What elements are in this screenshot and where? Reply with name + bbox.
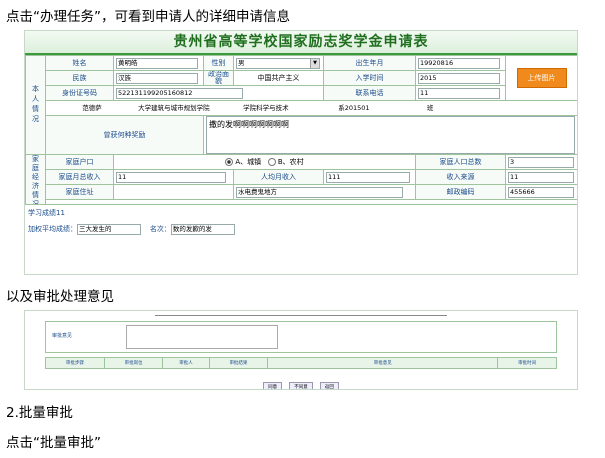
hukou-radio-a[interactable] <box>225 158 234 166</box>
personal-section-label: 本人情况 <box>25 55 46 155</box>
id-label: 身份证号码 <box>45 85 114 101</box>
address-label: 家庭住址 <box>45 184 114 200</box>
approval-opinion-box: 审批意见 <box>45 321 557 353</box>
pop-label: 家庭人口总数 <box>415 154 506 170</box>
class-label: 班 <box>426 104 434 112</box>
id-input[interactable]: 522131199205160812 <box>116 87 243 99</box>
birth-label: 出生年月 <box>323 55 416 71</box>
enroll-label: 入学时间 <box>323 70 416 86</box>
rank-input[interactable]: 数的发歉的发 <box>170 223 235 235</box>
gpa-row: 加权平均成绩： 三大发生的 名次： 数的发歉的发 <box>25 221 577 237</box>
score-value: 11 <box>56 209 65 217</box>
name-label: 姓名 <box>45 55 114 71</box>
class-value: 201501 <box>344 104 370 112</box>
upload-image-button[interactable]: 上传图片 <box>516 68 567 88</box>
gpa-input[interactable]: 三大发生的 <box>77 223 141 235</box>
approval-screenshot: 审批意见 审批步骤 审批岗位 审批人 审批结果 审批意见 审批时间 同意 不同意… <box>24 310 578 390</box>
phone-label: 联系电话 <box>323 85 416 101</box>
col-time: 审批时间 <box>497 357 557 369</box>
disagree-button[interactable]: 不同意 <box>289 382 313 389</box>
monthly-label: 家庭月总收入 <box>45 169 114 185</box>
postcode-input[interactable]: 455666 <box>508 186 574 198</box>
ethnic-label: 民族 <box>45 70 114 86</box>
hukou-label: 家庭户口 <box>45 154 114 170</box>
section-heading: 2.批量审批 <box>6 405 73 421</box>
approval-buttons: 同意 不同意 返回 <box>25 373 577 389</box>
postcode-label: 邮政编码 <box>415 184 506 200</box>
instruction-line-1: 点击“办理任务”，可看到申请人的详细申请信息 <box>6 9 290 25</box>
enroll-input[interactable]: 2015 <box>418 72 501 84</box>
family-section-label: 家庭经济情况 <box>25 154 46 205</box>
percap-label: 人均月收入 <box>233 169 324 185</box>
hukou-radio-group: A、城镇 B、农村 <box>113 154 416 170</box>
ethnic-input[interactable]: 汉族 <box>116 72 199 84</box>
school-value: 范德萨 <box>82 104 102 112</box>
rank-label: 名次： <box>149 225 171 233</box>
chevron-down-icon: ▼ <box>310 58 319 68</box>
back-button[interactable]: 返回 <box>319 382 339 389</box>
pop-input[interactable]: 3 <box>508 156 574 168</box>
phone-input[interactable]: 11 <box>418 87 501 99</box>
name-input[interactable]: 黄明皓 <box>116 57 199 69</box>
hukou-radio-b[interactable] <box>267 158 276 166</box>
instruction-line-2: 以及审批处理意见 <box>6 289 114 305</box>
income-src-input[interactable]: 11 <box>508 171 574 183</box>
score-row: 学习成绩11 <box>25 205 577 221</box>
awards-textarea[interactable]: 撒的发啊啊啊啊啊啊啊 <box>206 116 575 154</box>
political-label: 政治面貌 <box>203 70 234 86</box>
col-approver: 审批人 <box>162 357 210 369</box>
birth-input[interactable]: 19920816 <box>418 57 501 69</box>
instruction-line-4: 点击“批量审批” <box>6 435 101 451</box>
gender-select[interactable]: 男 ▼ <box>236 57 320 69</box>
address-input[interactable]: 水电费鬼地方 <box>236 186 403 198</box>
gender-label: 性别 <box>203 55 234 71</box>
form-title: 贵州省高等学校国家励志奖学金申请表 <box>25 31 577 55</box>
monthly-input[interactable]: 11 <box>116 171 226 183</box>
col-opinion: 审批意见 <box>267 357 499 369</box>
col-post: 审批岗位 <box>103 357 164 369</box>
gpa-label: 加权平均成绩： <box>28 225 77 233</box>
income-src-label: 收入来源 <box>415 169 506 185</box>
opinion-textarea[interactable] <box>126 325 278 349</box>
application-form-screenshot: 贵州省高等学校国家励志奖学金申请表 本人情况 姓名 黄明皓 性别 男 ▼ 出生年月… <box>24 30 578 275</box>
school-row: 范德萨 大学建筑与城市规划学院 学院科学与技术 系201501 班 <box>45 100 577 116</box>
col-step: 审批步骤 <box>45 357 105 369</box>
approval-history-table: 审批步骤 审批岗位 审批人 审批结果 审批意见 审批时间 <box>45 357 557 369</box>
percap-input[interactable]: 111 <box>326 171 411 183</box>
school-label: 学院 <box>243 104 257 112</box>
agree-button[interactable]: 同意 <box>263 382 283 389</box>
divider <box>155 311 447 316</box>
university-label: 大学 <box>138 104 152 112</box>
college-value: 建筑与城市规划学院 <box>151 104 210 112</box>
opinion-label: 审批意见 <box>52 333 73 339</box>
score-label: 学习成绩 <box>28 209 56 217</box>
col-result: 审批结果 <box>208 357 269 369</box>
awards-label: 曾获何种奖励 <box>45 115 204 155</box>
political-value: 中国共产主义 <box>233 70 324 86</box>
major-value: 科学与技术 <box>256 104 289 112</box>
application-form-table: 本人情况 姓名 黄明皓 性别 男 ▼ 出生年月 19920816 上传图片 民族 … <box>25 55 577 205</box>
